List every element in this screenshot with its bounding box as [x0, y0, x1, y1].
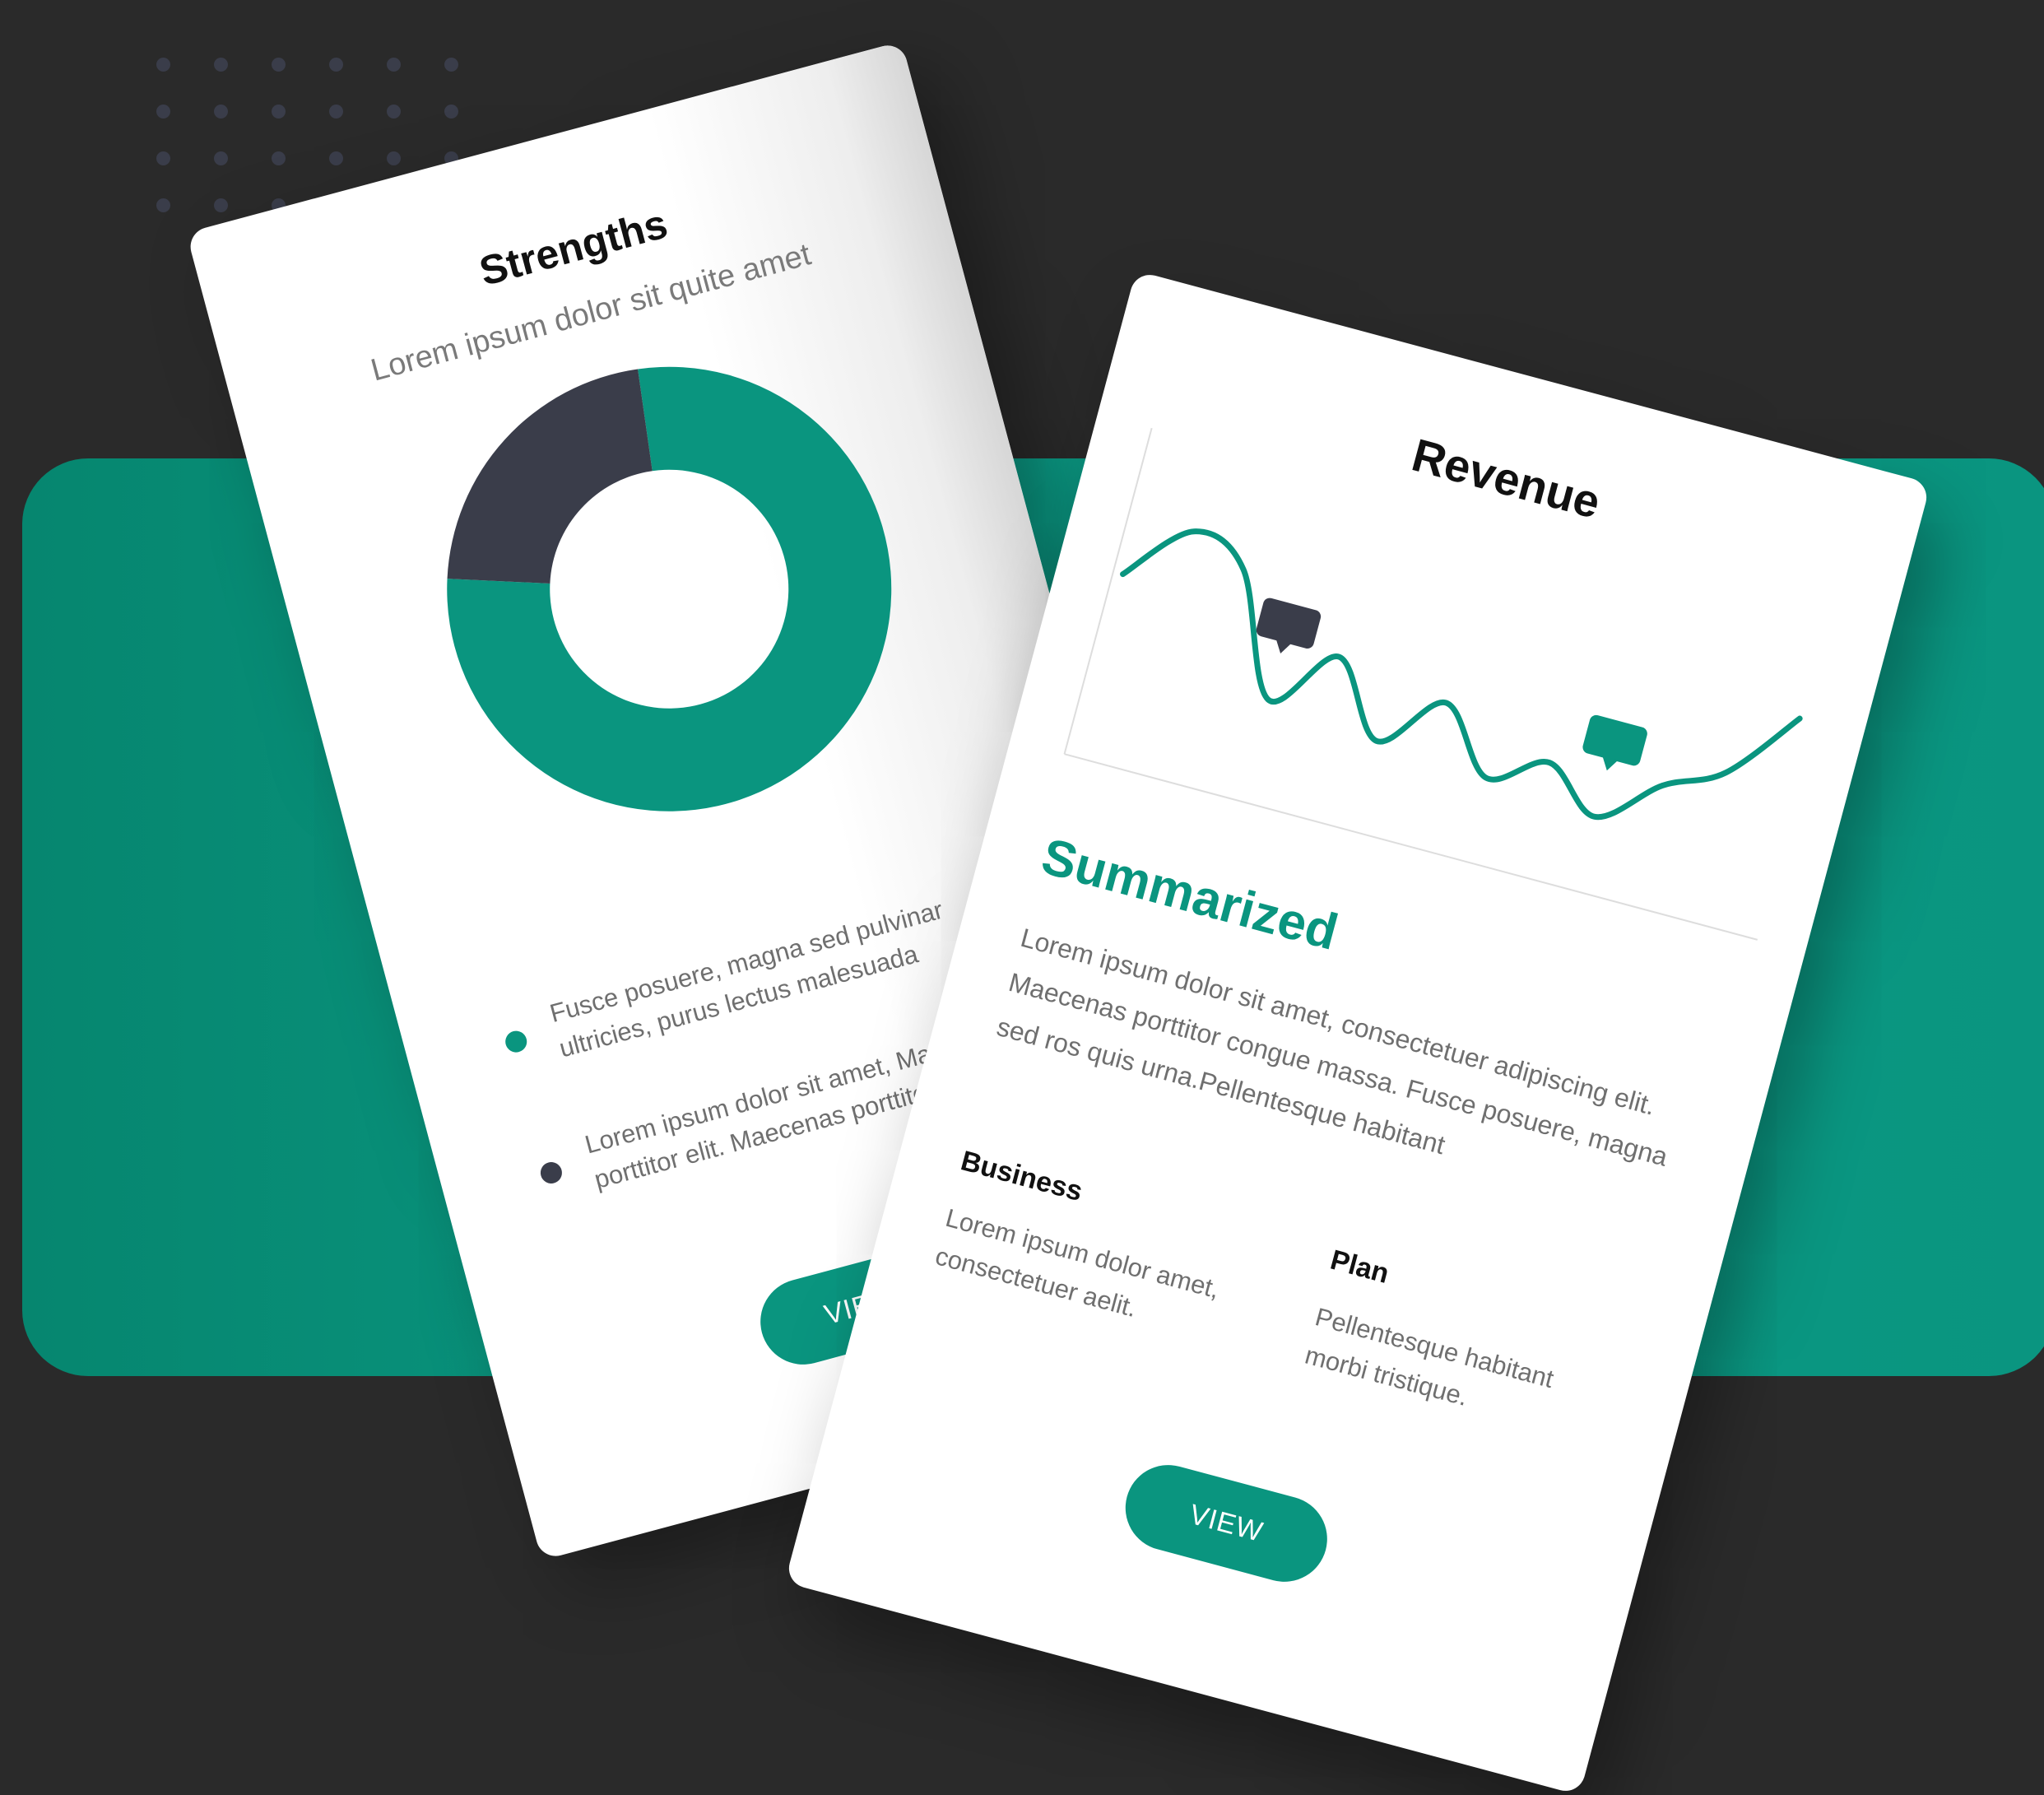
- revenue-series-line: [1120, 528, 1803, 821]
- decor-dot: [156, 198, 170, 212]
- decor-dot: [272, 151, 286, 165]
- decor-dot: [214, 58, 228, 72]
- slate-dot-icon: [538, 1160, 564, 1186]
- decor-dot: [156, 151, 170, 165]
- decor-dot: [387, 151, 401, 165]
- decor-dot: [214, 105, 228, 119]
- decor-dot: [329, 105, 343, 119]
- decor-dot: [444, 58, 458, 72]
- comment-icon[interactable]: [1578, 714, 1649, 779]
- decor-dot: [444, 105, 458, 119]
- decor-dot: [214, 151, 228, 165]
- decor-dot: [387, 58, 401, 72]
- decor-dot: [156, 58, 170, 72]
- decor-dot: [329, 151, 343, 165]
- comment-icon[interactable]: [1252, 597, 1322, 662]
- decor-dot: [156, 105, 170, 119]
- plan-column: Plan Pellentesque habitant morbi tristiq…: [1300, 1244, 1621, 1451]
- decor-dot: [387, 105, 401, 119]
- decor-dot: [272, 58, 286, 72]
- decor-dot: [329, 58, 343, 72]
- decor-dot: [272, 105, 286, 119]
- decor-dot: [214, 198, 228, 212]
- business-column: Business Lorem ipsum dolor amet, consect…: [931, 1145, 1252, 1351]
- revenue-view-button[interactable]: VIEW: [1116, 1455, 1337, 1592]
- teal-dot-icon: [503, 1028, 530, 1055]
